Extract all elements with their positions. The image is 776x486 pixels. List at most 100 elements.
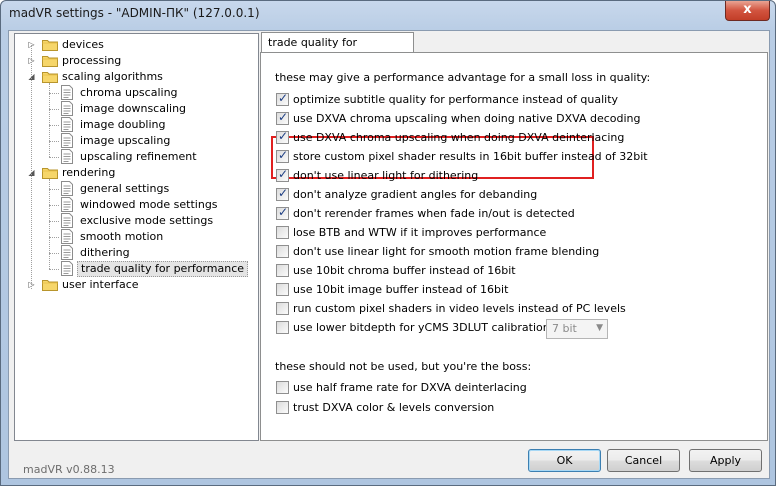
- check-mark-icon: ✓: [278, 148, 289, 162]
- option-label: use half frame rate for DXVA deinterlaci…: [293, 381, 527, 394]
- folder-icon: [42, 166, 58, 179]
- check-mark-icon: ✓: [278, 91, 289, 105]
- tree-item-user-interface[interactable]: ▷ user interface: [15, 277, 255, 293]
- checkbox-unchecked[interactable]: [276, 381, 289, 394]
- tree-item-rendering[interactable]: ◢ rendering: [15, 165, 255, 181]
- cancel-button[interactable]: Cancel: [607, 449, 680, 472]
- section-heading-boss: these should not be used, but you're the…: [275, 360, 532, 373]
- tree-connector: [49, 269, 59, 270]
- tree-connector: [49, 83, 50, 157]
- checkbox-checked[interactable]: ✓: [276, 186, 289, 201]
- folder-icon: [42, 54, 58, 67]
- settings-window: madVR settings - "ADMIN-ПК" (127.0.0.1) …: [0, 0, 776, 486]
- folder-icon: [42, 278, 58, 291]
- tree-item-dithering[interactable]: dithering: [15, 245, 255, 261]
- apply-button[interactable]: Apply: [689, 449, 762, 472]
- settings-page-icon: [61, 261, 73, 276]
- option-label: use 10bit chroma buffer instead of 16bit: [293, 264, 516, 277]
- tree-item-exclusive-mode-settings[interactable]: exclusive mode settings: [15, 213, 255, 229]
- tree-item-image-doubling[interactable]: image doubling: [15, 117, 255, 133]
- check-mark-icon: ✓: [278, 186, 289, 200]
- option-label: optimize subtitle quality for performanc…: [293, 93, 619, 106]
- version-label: madVR v0.88.13: [23, 463, 115, 476]
- settings-page-icon: [61, 133, 73, 148]
- tree-connector: [31, 45, 32, 289]
- tree-connector: [49, 253, 59, 254]
- dialog-client-area: ▷ devices ▷ processing ◢ scaling algorithms ch…: [8, 30, 770, 479]
- checkbox-unchecked[interactable]: [276, 264, 289, 277]
- tree-item-upscaling-refinement[interactable]: upscaling refinement: [15, 149, 255, 165]
- option-label: don't use linear light for smooth motion…: [293, 245, 600, 258]
- checkbox-checked[interactable]: ✓: [276, 167, 289, 182]
- check-mark-icon: ✓: [278, 110, 289, 124]
- tree-item-label: upscaling refinement: [80, 150, 197, 163]
- tree-item-chroma-upscaling[interactable]: chroma upscaling: [15, 85, 255, 101]
- settings-tree: ▷ devices ▷ processing ◢ scaling algorithms ch…: [14, 33, 259, 441]
- option-label: store custom pixel shader results in 16b…: [293, 150, 648, 163]
- tree-item-label: user interface: [62, 278, 139, 291]
- checkbox-checked[interactable]: ✓: [276, 91, 289, 106]
- option-label: run custom pixel shaders in video levels…: [293, 302, 626, 315]
- tree-item-label: image upscaling: [80, 134, 171, 147]
- tree-item-label: scaling algorithms: [62, 70, 163, 83]
- folder-icon: [42, 38, 58, 51]
- tree-item-trade-quality-for-performance[interactable]: trade quality for performance: [15, 261, 255, 277]
- checkbox-checked[interactable]: ✓: [276, 129, 289, 144]
- chevron-down-icon: ▼: [596, 323, 603, 333]
- option-label: don't use linear light for dithering: [293, 169, 479, 182]
- checkbox-checked[interactable]: ✓: [276, 205, 289, 220]
- tree-item-scaling-algorithms[interactable]: ◢ scaling algorithms: [15, 69, 255, 85]
- checkbox-checked[interactable]: ✓: [276, 148, 289, 163]
- tree-connector: [49, 157, 59, 158]
- tree-connector: [49, 141, 59, 142]
- checkbox-unchecked[interactable]: [276, 226, 289, 239]
- option-label: use 10bit image buffer instead of 16bit: [293, 283, 509, 296]
- settings-panel: these may give a performance advantage f…: [260, 52, 768, 441]
- tree-item-windowed-mode-settings[interactable]: windowed mode settings: [15, 197, 255, 213]
- tree-item-label: rendering: [62, 166, 116, 179]
- tree-item-label: dithering: [80, 246, 130, 259]
- tree-item-label: image downscaling: [80, 102, 187, 115]
- option-label: use lower bitdepth for yCMS 3DLUT calibr…: [293, 321, 554, 334]
- bitdepth-select[interactable]: 7 bit ▼: [546, 319, 608, 339]
- settings-page-icon: [61, 117, 73, 132]
- tree-connector: [49, 109, 59, 110]
- tree-item-processing[interactable]: ▷ processing: [15, 53, 255, 69]
- tree-connector: [49, 189, 59, 190]
- settings-page-icon: [61, 85, 73, 100]
- close-button[interactable]: x: [725, 1, 770, 21]
- tree-item-label: windowed mode settings: [80, 198, 218, 211]
- tree-item-label: devices: [62, 38, 104, 51]
- tree-item-label: chroma upscaling: [80, 86, 178, 99]
- tree-item-label: exclusive mode settings: [80, 214, 214, 227]
- tree-item-label: smooth motion: [80, 230, 164, 243]
- check-mark-icon: ✓: [278, 205, 289, 219]
- checkbox-unchecked[interactable]: [276, 401, 289, 414]
- tree-item-label: processing: [62, 54, 122, 67]
- tab-trade-quality[interactable]: trade quality for performance: [261, 32, 414, 69]
- tree-item-general-settings[interactable]: general settings: [15, 181, 255, 197]
- checkbox-checked[interactable]: ✓: [276, 110, 289, 125]
- checkbox-unchecked[interactable]: [276, 283, 289, 296]
- settings-page-icon: [61, 101, 73, 116]
- tree-item-devices[interactable]: ▷ devices: [15, 37, 255, 53]
- checkbox-unchecked[interactable]: [276, 321, 289, 334]
- tree-item-label: image doubling: [80, 118, 166, 131]
- tree-connector: [49, 179, 50, 269]
- tree-connector: [49, 205, 59, 206]
- title-bar[interactable]: madVR settings - "ADMIN-ПК" (127.0.0.1) …: [1, 1, 775, 27]
- folder-icon: [42, 70, 58, 83]
- tree-connector: [49, 125, 59, 126]
- ok-button[interactable]: OK: [528, 449, 601, 472]
- checkbox-unchecked[interactable]: [276, 245, 289, 258]
- bitdepth-select-value: 7 bit: [552, 322, 577, 335]
- tree-connector: [49, 93, 59, 94]
- settings-page-icon: [61, 213, 73, 228]
- window-title: madVR settings - "ADMIN-ПК" (127.0.0.1): [9, 6, 260, 20]
- checkbox-unchecked[interactable]: [276, 302, 289, 315]
- tree-item-image-upscaling[interactable]: image upscaling: [15, 133, 255, 149]
- check-mark-icon: ✓: [278, 167, 289, 181]
- tree-item-smooth-motion[interactable]: smooth motion: [15, 229, 255, 245]
- settings-page-icon: [61, 229, 73, 244]
- tree-item-image-downscaling[interactable]: image downscaling: [15, 101, 255, 117]
